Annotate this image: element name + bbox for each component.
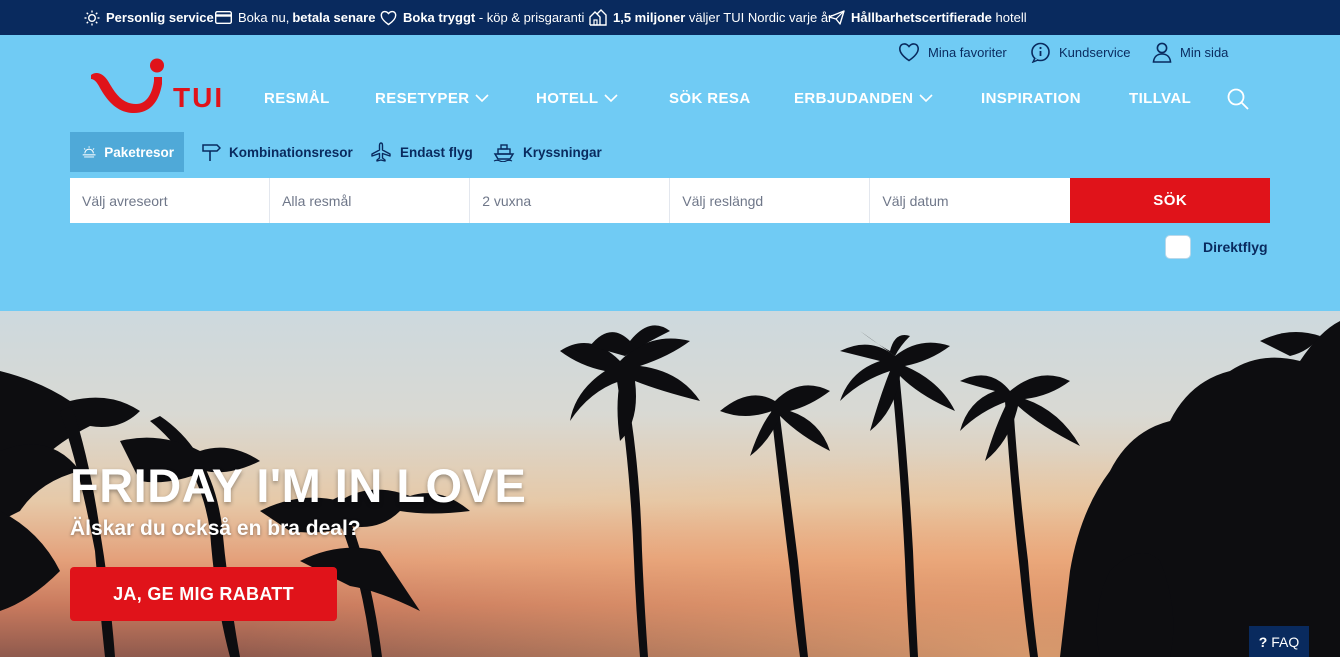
tab-paketresor[interactable]: Paketresor [70, 132, 184, 172]
duration-field[interactable] [670, 178, 871, 223]
usp-pay-later[interactable]: Boka nu, betala senare [215, 0, 375, 35]
direct-flight-checkbox[interactable] [1165, 235, 1191, 259]
tab-label: Paketresor [104, 144, 174, 160]
tab-endast-flyg[interactable]: Endast flyg [370, 132, 473, 172]
tab-label: Kryssningar [523, 144, 602, 160]
duration-input[interactable] [682, 192, 870, 209]
heart-icon [899, 43, 919, 62]
chevron-down-icon [604, 93, 618, 102]
my-page-link[interactable]: Min sida [1152, 40, 1228, 64]
plane-icon [371, 142, 391, 162]
tab-kryssningar[interactable]: Kryssningar [493, 132, 602, 172]
nav-label: ERBJUDANDEN [794, 89, 914, 107]
hero-subtitle: Älskar du också en bra deal? [70, 517, 361, 540]
date-field[interactable] [870, 178, 1071, 223]
departure-input[interactable] [82, 192, 270, 209]
search-icon[interactable] [1226, 87, 1250, 111]
search-button[interactable]: SÖK [1070, 178, 1271, 223]
nav-hotell[interactable]: HOTELL [536, 87, 618, 109]
hero-title: FRIDAY I'M IN LOVE [70, 459, 527, 512]
direct-flight-label: Direktflyg [1203, 239, 1268, 255]
usp-personal-service[interactable]: Personlig service [84, 0, 214, 35]
nav-erbjudanden[interactable]: ERBJUDANDEN [794, 87, 933, 109]
nav-label: RESMÅL [264, 89, 330, 107]
usp-bar: Personlig service Boka nu, betala senare… [0, 0, 1340, 35]
faq-button[interactable]: ? FAQ [1249, 626, 1309, 657]
search-form: SÖK [70, 178, 1271, 223]
hero-banner: FRIDAY I'M IN LOVE Älskar du också en br… [0, 311, 1340, 657]
nav-tillval[interactable]: TILLVAL [1129, 87, 1191, 109]
departure-field[interactable] [70, 178, 271, 223]
usp-text: hotell [991, 10, 1027, 25]
heart-icon [380, 10, 397, 25]
usp-bold: Hållbarhetscertifierade [851, 10, 992, 25]
usp-text: väljer TUI Nordic varje år [685, 10, 833, 25]
chevron-down-icon [475, 93, 490, 102]
usp-bold: 1,5 miljoner [613, 10, 686, 25]
faq-label: FAQ [1271, 633, 1300, 650]
tui-smile-icon: TUI [91, 58, 224, 113]
nav-label: SÖK RESA [669, 89, 751, 107]
nav-resmal[interactable]: RESMÅL [264, 87, 330, 109]
usp-book-safe[interactable]: Boka tryggt - köp & prisgaranti [380, 0, 584, 35]
sun-icon [84, 10, 100, 25]
travellers-input[interactable] [482, 192, 670, 209]
destination-input[interactable] [282, 192, 470, 209]
nav-inspiration[interactable]: INSPIRATION [981, 87, 1081, 109]
nav-label: TILLVAL [1129, 89, 1192, 107]
nav-sok-resa[interactable]: SÖK RESA [669, 87, 751, 109]
question-icon: ? [1258, 633, 1268, 650]
nav-label: INSPIRATION [981, 89, 1081, 107]
nav-label: RESETYPER [375, 89, 470, 107]
usp-text: - köp & prisgaranti [475, 10, 585, 25]
date-input[interactable] [882, 192, 1071, 209]
tui-logo[interactable]: TUI [88, 57, 228, 119]
favorites-link[interactable]: Mina favoriter [898, 40, 1007, 64]
ship-icon [493, 144, 515, 162]
usp-bold: Boka tryggt [403, 10, 476, 25]
usp-bold: betala senare [292, 10, 376, 25]
usp-millions[interactable]: 1,5 miljoner väljer TUI Nordic varje år [589, 0, 832, 35]
tab-kombinationsresor[interactable]: Kombinationsresor [201, 132, 353, 172]
usp-sustainable[interactable]: Hållbarhetscertifierade hotell [828, 0, 1027, 35]
nav-resetyper[interactable]: RESETYPER [375, 87, 490, 109]
signpost-icon [202, 144, 221, 161]
chevron-down-icon [919, 93, 933, 102]
user-icon [1152, 42, 1172, 63]
customer-service-label: Kundservice [1059, 44, 1131, 60]
nav-label: HOTELL [536, 89, 599, 107]
info-chat-icon [1031, 42, 1050, 63]
usp-bold: Personlig service [106, 10, 214, 25]
tab-label: Endast flyg [400, 144, 473, 160]
my-page-label: Min sida [1180, 44, 1229, 60]
people-icon [589, 9, 607, 26]
favorites-label: Mina favoriter [928, 44, 1007, 60]
usp-text: Boka nu, [238, 10, 290, 25]
card-icon [215, 11, 232, 24]
beach-sun-icon [82, 146, 96, 158]
logo-text: TUI [173, 82, 224, 113]
direct-flight-option[interactable]: Direktflyg [1165, 235, 1268, 259]
destination-field[interactable] [270, 178, 471, 223]
tab-label: Kombinationsresor [229, 144, 353, 160]
travellers-field[interactable] [470, 178, 671, 223]
paperplane-icon [828, 10, 845, 25]
customer-service-link[interactable]: Kundservice [1030, 40, 1131, 64]
hero-cta-button[interactable]: JA, GE MIG RABATT [70, 567, 337, 621]
